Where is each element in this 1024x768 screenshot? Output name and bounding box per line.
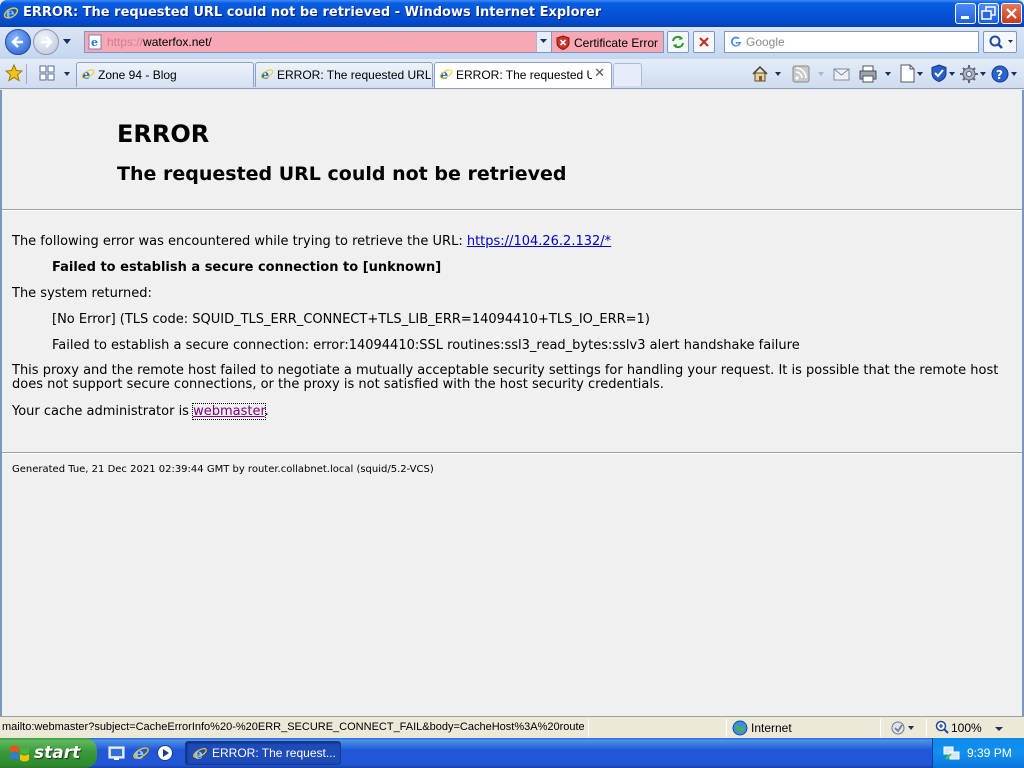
tab-error-active[interactable]: e ERROR: The requested U... ✕ (434, 62, 612, 88)
system-clock[interactable]: 9:39 PM (967, 746, 1012, 760)
address-protocol: https:// (107, 35, 144, 49)
read-mail-button[interactable] (832, 63, 852, 85)
internet-explorer-icon: e (192, 745, 208, 761)
favorites-star-icon[interactable] (5, 64, 23, 82)
windows-taskbar: start e e ERROR: The request... 9:39 PM (0, 738, 1024, 768)
intro-text: The following error was encountered whil… (12, 234, 467, 249)
tools-gear-icon[interactable] (960, 63, 988, 85)
status-separator (926, 719, 927, 737)
navigation-bar: e https://waterfox.net/ Certificate Erro… (0, 27, 1024, 59)
address-dropdown-button[interactable] (536, 32, 551, 52)
tab-error-1[interactable]: e ERROR: The requested URL ... (255, 62, 433, 87)
media-player-icon[interactable] (156, 744, 174, 762)
window-title: ERROR: The requested URL could not be re… (23, 5, 602, 20)
status-bar: mailto:webmaster?subject=CacheErrorInfo%… (0, 716, 1024, 738)
close-tab-icon[interactable]: ✕ (594, 66, 605, 81)
zoom-level[interactable]: 100% (951, 721, 982, 735)
print-button[interactable] (858, 63, 894, 85)
maximize-button[interactable] (978, 3, 999, 24)
generated-footer: Generated Tue, 21 Dec 2021 02:39:44 GMT … (12, 464, 434, 475)
help-button[interactable]: ? (990, 63, 1020, 85)
new-tab-button[interactable] (613, 63, 642, 86)
tls-code-line: [No Error] (TLS code: SQUID_TLS_ERR_CONN… (52, 312, 650, 327)
close-window-button[interactable] (1001, 3, 1022, 24)
zoom-dropdown-icon[interactable] (994, 726, 1004, 732)
status-link-preview: mailto:webmaster?subject=CacheErrorInfo%… (2, 721, 584, 733)
page-icon: e (88, 34, 102, 50)
tab-label: ERROR: The requested URL ... (277, 68, 431, 82)
tab-label: ERROR: The requested U... (456, 68, 592, 82)
home-button[interactable] (750, 63, 784, 85)
status-separator (726, 719, 727, 737)
search-button[interactable] (983, 31, 1017, 53)
divider (2, 209, 1022, 211)
error-heading: ERROR (117, 120, 210, 148)
webmaster-link[interactable]: webmaster (192, 403, 266, 420)
forward-button[interactable] (33, 29, 59, 55)
address-host: waterfox.net/ (143, 35, 212, 49)
page-content: ERROR The requested URL could not be ret… (0, 90, 1024, 716)
back-button[interactable] (5, 29, 31, 55)
certificate-error-button[interactable]: Certificate Error (552, 31, 664, 53)
svg-text:?: ? (996, 68, 1003, 82)
google-logo-icon (729, 35, 743, 49)
requested-url-link[interactable]: https://104.26.2.132/* (467, 234, 611, 249)
error-intro: The following error was encountered whil… (12, 234, 611, 249)
windows-flag-icon (9, 744, 31, 764)
protected-mode-icon[interactable] (890, 720, 916, 736)
status-separator (880, 719, 881, 737)
error-subheading: The requested URL could not be retrieved (117, 163, 567, 185)
ie-page-icon: e (81, 67, 95, 81)
network-connection-icon[interactable] (943, 745, 961, 761)
divider (2, 452, 1022, 454)
admin-prefix: Your cache administrator is (12, 404, 194, 419)
recent-pages-dropdown[interactable] (62, 38, 72, 46)
ie-page-icon: e (260, 67, 274, 81)
search-input[interactable] (746, 33, 976, 51)
safety-menu-button[interactable] (930, 63, 958, 85)
stop-button[interactable] (693, 31, 715, 53)
svg-text:e: e (6, 6, 15, 21)
refresh-button[interactable] (667, 31, 689, 53)
show-desktop-icon[interactable] (108, 744, 126, 762)
certificate-error-label: Certificate Error (574, 36, 659, 50)
system-tray: 9:39 PM (932, 738, 1024, 768)
page-menu-button[interactable] (898, 63, 926, 85)
ie-page-icon: e (439, 67, 453, 81)
ssl-error-line: Failed to establish a secure connection:… (52, 338, 800, 353)
start-label: start (34, 743, 81, 763)
window-title-bar[interactable]: e ERROR: The requested URL could not be … (0, 0, 1024, 27)
system-returned-label: The system returned: (12, 286, 152, 301)
quick-tabs-button[interactable] (37, 63, 73, 85)
tab-bar: e Zone 94 - Blog e ERROR: The requested … (0, 59, 1024, 89)
svg-text:e: e (91, 36, 98, 49)
tab-zone94-blog[interactable]: e Zone 94 - Blog (76, 62, 254, 87)
start-button[interactable]: start (0, 738, 97, 768)
taskbar-button-ie-window[interactable]: e ERROR: The request... (185, 741, 341, 765)
error-explanation: This proxy and the remote host failed to… (12, 363, 999, 392)
address-bar[interactable]: e https://waterfox.net/ (84, 31, 552, 53)
taskbar-window-label: ERROR: The request... (212, 746, 336, 760)
cache-admin-line: Your cache administrator is webmaster. (12, 403, 269, 420)
certificate-error-shield-icon (556, 35, 570, 50)
internet-explorer-icon: e (3, 5, 19, 21)
feeds-button[interactable] (792, 63, 828, 85)
search-box[interactable] (724, 31, 979, 53)
admin-suffix: . (264, 404, 269, 419)
internet-zone-globe-icon[interactable] (732, 720, 748, 736)
status-separator (588, 719, 589, 737)
minimize-button[interactable] (955, 3, 976, 24)
security-zone-label: Internet (751, 721, 792, 735)
error-summary: Failed to establish a secure connection … (52, 260, 442, 275)
zoom-magnifier-icon[interactable] (935, 720, 949, 736)
internet-explorer-launch-icon[interactable]: e (132, 744, 150, 762)
tab-label: Zone 94 - Blog (98, 68, 177, 82)
